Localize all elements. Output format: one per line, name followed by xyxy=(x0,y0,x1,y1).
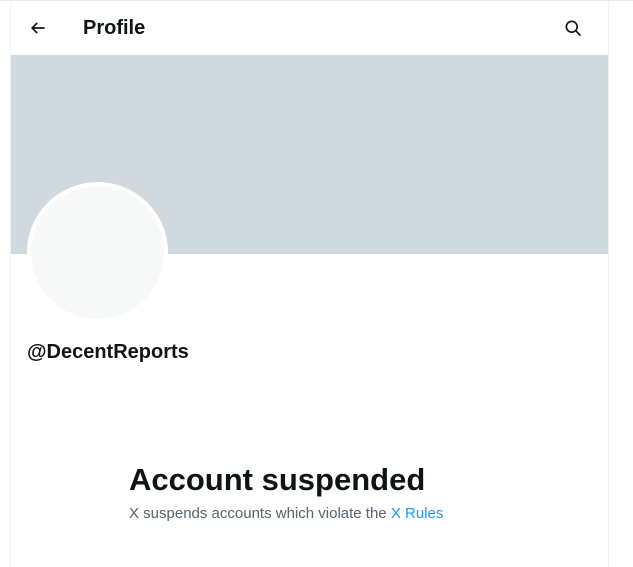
search-icon xyxy=(565,20,581,36)
x-rules-link[interactable]: X Rules xyxy=(391,505,444,522)
arrow-left-icon xyxy=(30,22,45,34)
page-title: Profile xyxy=(83,17,146,39)
suspension-message-text: X suspends accounts which violate the xyxy=(129,505,391,522)
avatar xyxy=(27,182,168,323)
page: Profile @DecentReports Account suspended… xyxy=(0,0,633,567)
profile-header: Profile xyxy=(11,1,608,54)
suspension-title: Account suspended xyxy=(129,462,426,497)
profile-column: Profile @DecentReports Account suspended… xyxy=(10,1,609,567)
suspension-message: X suspends accounts which violate the X … xyxy=(129,504,569,524)
back-button[interactable] xyxy=(21,11,55,45)
search-button[interactable] xyxy=(556,11,590,45)
suspension-notice: Account suspended X suspends accounts wh… xyxy=(129,461,569,524)
profile-handle: @DecentReports xyxy=(27,341,189,363)
